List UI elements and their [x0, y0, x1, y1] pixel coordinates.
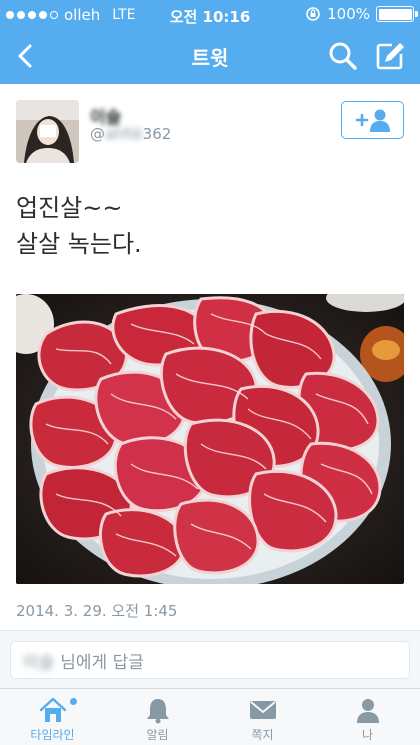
search-button[interactable]	[326, 39, 360, 73]
reply-placeholder: 님에게 답글	[60, 652, 144, 673]
compose-button[interactable]	[372, 38, 408, 74]
avatar[interactable]	[16, 100, 79, 163]
tab-timeline[interactable]: 타임라인	[0, 689, 105, 745]
search-icon	[329, 42, 357, 70]
envelope-icon	[249, 701, 276, 719]
tweet-text: 업진살~~ 살살 녹는다.	[16, 190, 142, 262]
home-icon	[39, 697, 66, 722]
tweet-photo[interactable]	[16, 294, 404, 584]
tab-notifications[interactable]: 알림	[105, 689, 210, 745]
profile-photo	[16, 100, 79, 163]
status-right: 100%	[305, 5, 418, 23]
person-icon	[356, 699, 379, 723]
reply-input[interactable]: 이슬 님에게 답글	[10, 641, 410, 679]
bell-icon	[146, 699, 169, 724]
compose-icon	[376, 43, 404, 70]
rotation-lock-icon	[306, 7, 320, 21]
top-bar: olleh LTE 오전 10:16 100% 트윗	[0, 0, 420, 84]
notification-dot	[70, 698, 77, 705]
tab-label: 타임라인	[30, 728, 75, 742]
tweet-text-line: 살살 녹는다.	[16, 230, 142, 258]
tweet-timestamp: 2014. 3. 29. 오전 1:45	[16, 602, 178, 620]
tab-label: 나	[361, 728, 374, 742]
username-suffix: 362	[142, 125, 172, 143]
photo-image	[16, 294, 404, 584]
username-masked: ahfdi	[105, 125, 143, 143]
tab-label: 알림	[146, 728, 169, 742]
tab-me[interactable]: 나	[315, 689, 420, 745]
nav-bar: 트윗	[0, 30, 420, 84]
tweet-text-line: 업진살~~	[16, 194, 123, 222]
add-user-icon	[355, 109, 390, 132]
reply-placeholder-masked: 이슬	[23, 652, 55, 673]
follow-button[interactable]	[341, 101, 404, 139]
username-prefix: @	[90, 125, 105, 143]
battery-icon	[376, 6, 418, 22]
reply-bar: 이슬 님에게 답글	[0, 631, 420, 688]
tab-messages[interactable]: 쪽지	[210, 689, 315, 745]
battery-percent: 100%	[327, 5, 370, 23]
tab-label: 쪽지	[251, 728, 274, 742]
username[interactable]: @ahfdi362	[90, 125, 171, 143]
status-bar: olleh LTE 오전 10:16 100%	[0, 0, 420, 30]
tab-bar: 타임라인 알림 쪽지 나	[0, 688, 420, 745]
